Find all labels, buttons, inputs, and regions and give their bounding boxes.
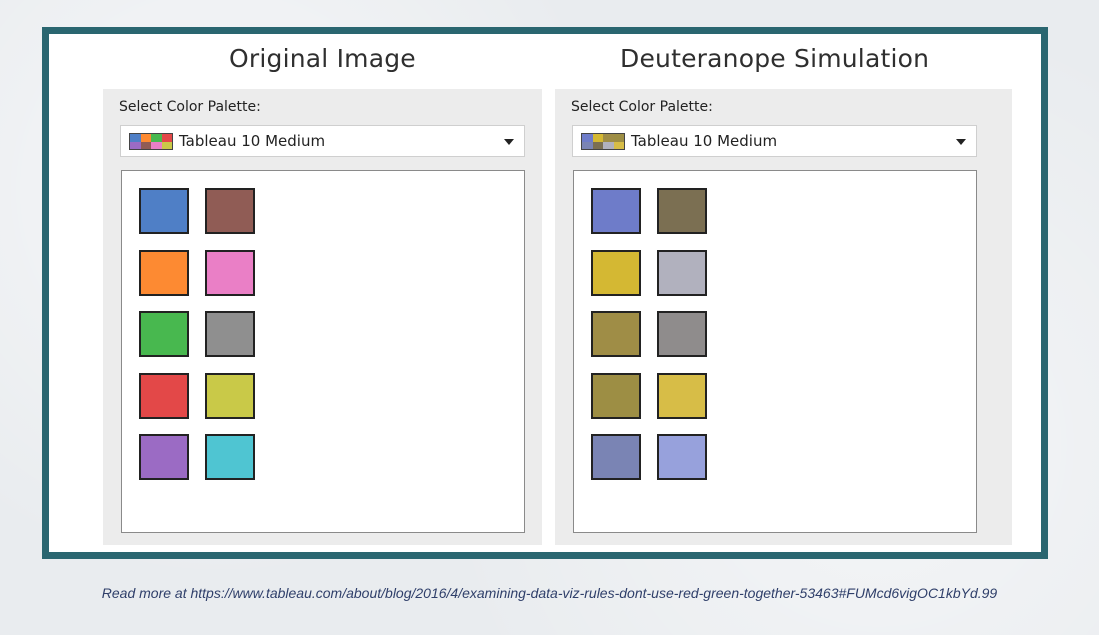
source-link[interactable]: Read more at https://www.tableau.com/abo… xyxy=(0,585,1099,601)
color-swatch[interactable] xyxy=(205,372,255,419)
color-swatch[interactable] xyxy=(205,311,255,357)
palette-dropdown[interactable]: Tableau 10 Medium xyxy=(572,125,977,157)
left-panel-title: Original Image xyxy=(229,44,416,73)
color-swatch[interactable] xyxy=(591,188,641,234)
chevron-down-icon[interactable] xyxy=(504,139,514,145)
color-swatch[interactable] xyxy=(591,434,641,480)
color-swatch[interactable] xyxy=(657,311,707,357)
slide-frame: Original Image Deuteranope Simulation Se… xyxy=(42,27,1048,559)
palette-dropdown-value: Tableau 10 Medium xyxy=(179,132,326,150)
color-swatch[interactable] xyxy=(657,188,707,234)
left-palette-panel: Select Color Palette: Tableau 10 Medium xyxy=(103,89,542,545)
color-swatch[interactable] xyxy=(139,249,189,296)
right-panel-title: Deuteranope Simulation xyxy=(620,44,930,73)
color-swatch[interactable] xyxy=(139,372,189,419)
color-swatch[interactable] xyxy=(205,249,255,296)
color-swatch[interactable] xyxy=(205,434,255,480)
color-swatch[interactable] xyxy=(205,188,255,234)
color-swatch[interactable] xyxy=(657,249,707,296)
color-swatch[interactable] xyxy=(591,249,641,296)
select-palette-label: Select Color Palette: xyxy=(119,99,261,115)
palette-dropdown-value: Tableau 10 Medium xyxy=(631,132,778,150)
color-swatch[interactable] xyxy=(591,311,641,357)
select-palette-label: Select Color Palette: xyxy=(571,99,713,115)
color-swatch[interactable] xyxy=(139,188,189,234)
swatch-area xyxy=(573,170,977,533)
color-swatch[interactable] xyxy=(139,434,189,480)
color-swatch[interactable] xyxy=(591,372,641,419)
right-palette-panel: Select Color Palette: Tableau 10 Medium xyxy=(555,89,1012,545)
color-swatch[interactable] xyxy=(657,372,707,419)
swatch-area xyxy=(121,170,525,533)
palette-preview-icon xyxy=(581,133,625,150)
chevron-down-icon[interactable] xyxy=(956,139,966,145)
color-swatch[interactable] xyxy=(657,434,707,480)
palette-preview-icon xyxy=(129,133,173,150)
palette-dropdown[interactable]: Tableau 10 Medium xyxy=(120,125,525,157)
color-swatch[interactable] xyxy=(139,311,189,357)
